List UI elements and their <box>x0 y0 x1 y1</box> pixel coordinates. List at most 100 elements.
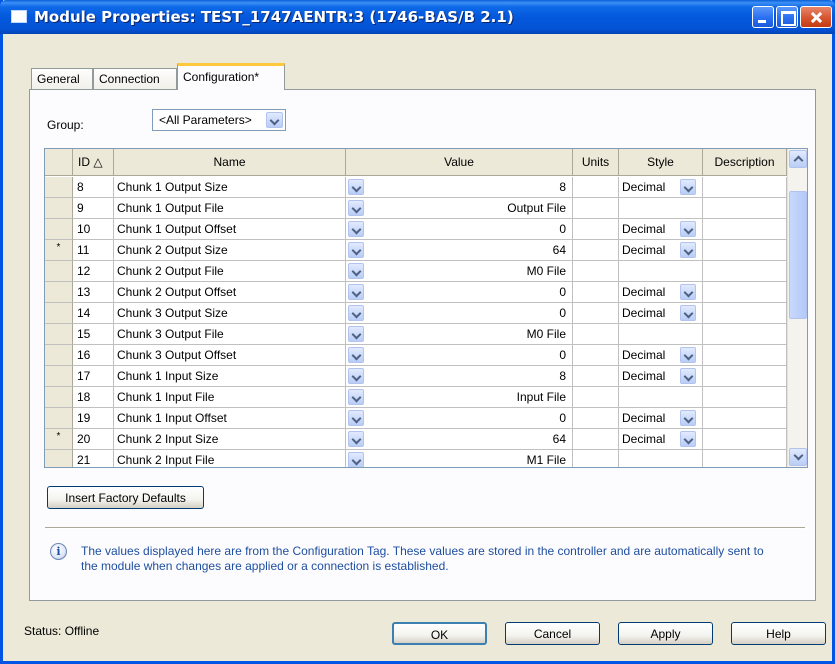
cell-value[interactable]: M1 File <box>346 450 573 467</box>
chevron-down-icon[interactable] <box>348 347 364 363</box>
table-row[interactable]: 8 Chunk 1 Output Size 8 Decimal <box>45 177 787 198</box>
column-header-units[interactable]: Units <box>573 149 619 176</box>
ok-button[interactable]: OK <box>392 622 487 645</box>
row-marker[interactable] <box>45 282 73 303</box>
column-header-id[interactable]: ID △ <box>73 149 114 176</box>
column-header-value[interactable]: Value <box>346 149 573 176</box>
cell-style[interactable] <box>619 198 703 219</box>
cell-description[interactable] <box>703 303 787 324</box>
cell-style[interactable]: Decimal <box>619 219 703 240</box>
cell-style[interactable] <box>619 261 703 282</box>
cell-value[interactable]: 0 <box>346 219 573 240</box>
cell-description[interactable] <box>703 429 787 450</box>
chevron-down-icon[interactable] <box>348 221 364 237</box>
tab-connection[interactable]: Connection <box>93 68 177 89</box>
cell-style[interactable] <box>619 450 703 467</box>
table-row[interactable]: 13 Chunk 2 Output Offset 0 Decimal <box>45 282 787 303</box>
row-marker[interactable]: * <box>45 429 73 450</box>
row-marker[interactable] <box>45 387 73 408</box>
minimize-button[interactable] <box>752 6 774 28</box>
cell-value[interactable]: 8 <box>346 366 573 387</box>
maximize-button[interactable] <box>776 6 798 28</box>
chevron-down-icon[interactable] <box>348 179 364 195</box>
cell-value[interactable]: M0 File <box>346 324 573 345</box>
cell-description[interactable] <box>703 261 787 282</box>
row-marker[interactable] <box>45 366 73 387</box>
cell-style[interactable]: Decimal <box>619 408 703 429</box>
table-row[interactable]: 9 Chunk 1 Output File Output File <box>45 198 787 219</box>
row-marker[interactable] <box>45 177 73 198</box>
cell-value[interactable]: Output File <box>346 198 573 219</box>
chevron-down-icon[interactable] <box>680 347 696 363</box>
cell-value[interactable]: 0 <box>346 303 573 324</box>
chevron-down-icon[interactable] <box>266 112 283 128</box>
cell-value[interactable]: 64 <box>346 429 573 450</box>
cell-style[interactable] <box>619 324 703 345</box>
chevron-down-icon[interactable] <box>680 431 696 447</box>
cell-value[interactable]: Input File <box>346 387 573 408</box>
chevron-down-icon[interactable] <box>348 452 364 467</box>
table-row[interactable]: 15 Chunk 3 Output File M0 File <box>45 324 787 345</box>
vertical-scrollbar[interactable] <box>787 149 807 467</box>
cell-description[interactable] <box>703 450 787 467</box>
chevron-down-icon[interactable] <box>680 368 696 384</box>
scroll-up-icon[interactable] <box>789 150 807 168</box>
table-row[interactable]: 14 Chunk 3 Output Size 0 Decimal <box>45 303 787 324</box>
close-button[interactable] <box>800 6 832 28</box>
cancel-button[interactable]: Cancel <box>505 622 600 645</box>
cell-style[interactable]: Decimal <box>619 303 703 324</box>
table-row[interactable]: 21 Chunk 2 Input File M1 File <box>45 450 787 467</box>
row-marker[interactable] <box>45 219 73 240</box>
title-bar[interactable]: Module Properties: TEST_1747AENTR:3 (174… <box>0 0 835 34</box>
column-header-style[interactable]: Style <box>619 149 703 176</box>
cell-description[interactable] <box>703 198 787 219</box>
table-row[interactable]: * 20 Chunk 2 Input Size 64 Decimal <box>45 429 787 450</box>
cell-description[interactable] <box>703 324 787 345</box>
chevron-down-icon[interactable] <box>348 263 364 279</box>
cell-style[interactable]: Decimal <box>619 282 703 303</box>
chevron-down-icon[interactable] <box>348 305 364 321</box>
chevron-down-icon[interactable] <box>348 200 364 216</box>
cell-value[interactable]: 0 <box>346 408 573 429</box>
chevron-down-icon[interactable] <box>680 221 696 237</box>
chevron-down-icon[interactable] <box>680 410 696 426</box>
cell-style[interactable]: Decimal <box>619 345 703 366</box>
cell-description[interactable] <box>703 219 787 240</box>
table-row[interactable]: 16 Chunk 3 Output Offset 0 Decimal <box>45 345 787 366</box>
chevron-down-icon[interactable] <box>348 284 364 300</box>
column-header-description[interactable]: Description <box>703 149 787 176</box>
row-marker[interactable] <box>45 324 73 345</box>
tab-general[interactable]: General <box>31 68 93 89</box>
chevron-down-icon[interactable] <box>680 179 696 195</box>
apply-button[interactable]: Apply <box>618 622 713 645</box>
cell-style[interactable]: Decimal <box>619 429 703 450</box>
table-row[interactable]: 18 Chunk 1 Input File Input File <box>45 387 787 408</box>
row-marker[interactable] <box>45 261 73 282</box>
table-row[interactable]: 19 Chunk 1 Input Offset 0 Decimal <box>45 408 787 429</box>
table-row[interactable]: * 11 Chunk 2 Output Size 64 Decimal <box>45 240 787 261</box>
column-header-name[interactable]: Name <box>114 149 346 176</box>
scroll-thumb[interactable] <box>789 191 807 319</box>
row-marker[interactable] <box>45 345 73 366</box>
chevron-down-icon[interactable] <box>680 305 696 321</box>
insert-factory-defaults-button[interactable]: Insert Factory Defaults <box>47 486 204 509</box>
cell-description[interactable] <box>703 345 787 366</box>
cell-description[interactable] <box>703 387 787 408</box>
row-marker[interactable] <box>45 303 73 324</box>
chevron-down-icon[interactable] <box>348 242 364 258</box>
cell-description[interactable] <box>703 408 787 429</box>
chevron-down-icon[interactable] <box>348 326 364 342</box>
chevron-down-icon[interactable] <box>348 368 364 384</box>
cell-style[interactable]: Decimal <box>619 240 703 261</box>
cell-description[interactable] <box>703 282 787 303</box>
group-select[interactable]: <All Parameters> <box>152 109 286 131</box>
row-marker[interactable]: * <box>45 240 73 261</box>
cell-description[interactable] <box>703 366 787 387</box>
chevron-down-icon[interactable] <box>348 389 364 405</box>
tab-configuration[interactable]: Configuration* <box>177 63 285 90</box>
scroll-down-icon[interactable] <box>789 448 807 466</box>
table-row[interactable]: 17 Chunk 1 Input Size 8 Decimal <box>45 366 787 387</box>
help-button[interactable]: Help <box>731 622 826 645</box>
cell-description[interactable] <box>703 240 787 261</box>
row-marker[interactable] <box>45 198 73 219</box>
